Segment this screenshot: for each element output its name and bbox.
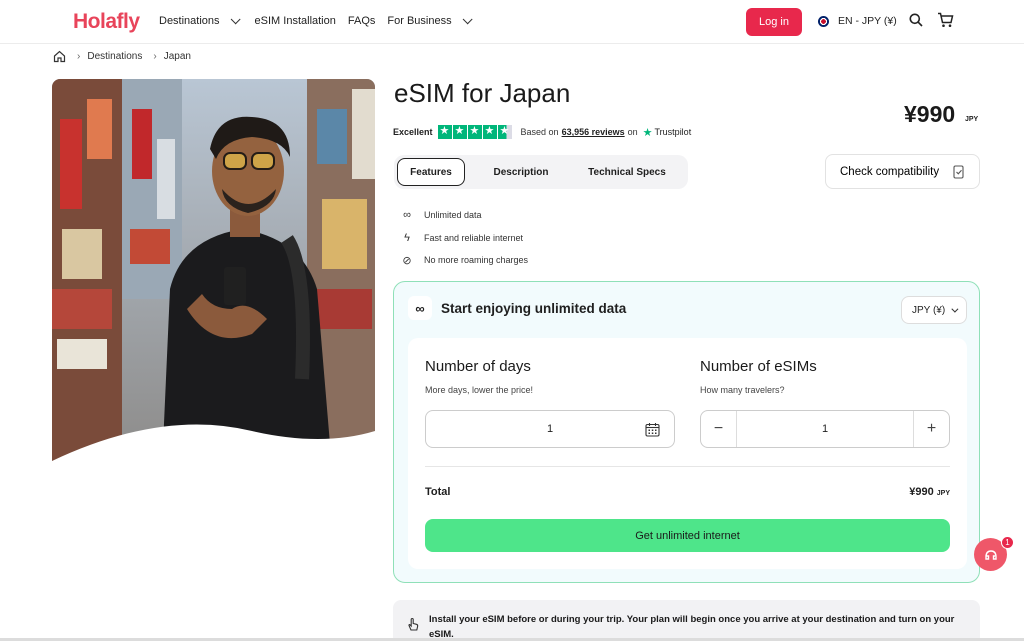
chat-badge: 1 [1001, 536, 1014, 549]
cart-icon[interactable] [937, 12, 954, 28]
home-icon[interactable] [53, 50, 66, 63]
product-price: ¥990 [904, 101, 956, 127]
infinity-icon: ∞ [408, 296, 432, 320]
half-star-icon [497, 124, 512, 139]
breadcrumb-destinations[interactable]: Destinations [87, 51, 142, 62]
feature-item: ∞ Unlimited data [400, 204, 528, 227]
nav-esim-installation[interactable]: eSIM Installation [255, 15, 336, 27]
rating-based-on: Based on [520, 127, 559, 137]
feature-label: Unlimited data [424, 210, 482, 221]
rating-on: on [627, 127, 638, 137]
esims-subtitle: How many travelers? [700, 385, 785, 395]
hero-image [52, 79, 375, 468]
days-title: Number of days [425, 358, 531, 375]
login-button[interactable]: Log in [746, 8, 802, 36]
breadcrumb-separator: › [153, 51, 157, 62]
nav-label: FAQs [347, 15, 376, 27]
uk-flag-icon [818, 15, 829, 27]
breadcrumb-japan: Japan [163, 51, 191, 62]
install-notice: Install your eSIM before or during your … [393, 600, 980, 641]
plan-options: Number of days More days, lower the pric… [408, 338, 967, 569]
nav-for-business[interactable]: For Business [387, 13, 473, 27]
chat-icon [984, 549, 997, 560]
days-section: Number of days More days, lower the pric… [425, 358, 533, 395]
calendar-icon[interactable] [645, 422, 660, 437]
feature-label: Fast and reliable internet [424, 232, 524, 243]
days-value: 1 [546, 423, 554, 435]
tap-hand-icon [408, 617, 419, 631]
chevron-down-icon [462, 13, 473, 24]
nav-label: Destinations [159, 15, 220, 27]
currency-value: JPY (¥) [912, 304, 946, 316]
no-roaming-icon: ⊘ [402, 254, 412, 267]
compat-label: Check compatibility [840, 165, 940, 178]
get-unlimited-internet-button[interactable]: Get unlimited internet [425, 519, 950, 552]
esims-title: Number of eSIMs [700, 358, 817, 375]
esims-stepper[interactable]: − 1 + [700, 410, 950, 448]
feature-label: No more roaming charges [424, 255, 529, 266]
tab-features[interactable]: Features [397, 158, 465, 186]
tab-technical-specs[interactable]: Technical Specs [577, 158, 677, 186]
site-header: Holafly Destinations eSIM Installation F… [0, 0, 1024, 44]
feature-list: ∞ Unlimited data ϟ Fast and reliable int… [400, 204, 528, 272]
tab-description[interactable]: Description [465, 158, 577, 186]
nav-label: For Business [387, 15, 452, 27]
chevron-down-icon [230, 13, 241, 24]
rating-label: Excellent [393, 127, 433, 137]
days-input[interactable]: 1 [425, 410, 675, 448]
search-icon[interactable] [909, 13, 923, 27]
total-label: Total [425, 486, 451, 498]
plan-heading-text: Start enjoying unlimited data [441, 300, 627, 316]
plan-card: ∞ Start enjoying unlimited data JPY (¥) … [393, 281, 980, 583]
nav-label: eSIM Installation [254, 15, 336, 27]
notice-text: Install your eSIM before or during your … [429, 614, 955, 640]
trustpilot-label: Trustpilot [654, 127, 692, 137]
breadcrumb: › Destinations › Japan [53, 50, 191, 63]
lightning-icon: ϟ [404, 231, 410, 244]
increment-button[interactable]: + [913, 411, 949, 447]
currency-select[interactable]: JPY (¥) [901, 296, 967, 324]
nav-faqs[interactable]: FAQs [348, 15, 376, 27]
price-currency: JPY [965, 116, 979, 123]
check-compatibility-button[interactable]: Check compatibility [825, 154, 980, 189]
feature-item: ⊘ No more roaming charges [400, 249, 528, 272]
total-amount: ¥990 [909, 486, 934, 498]
holafly-logo[interactable]: Holafly [73, 10, 140, 34]
breadcrumb-separator: › [77, 51, 81, 62]
star-icon [467, 124, 482, 139]
esims-section: Number of eSIMs How many travelers? [700, 358, 817, 395]
infinity-icon: ∞ [403, 209, 411, 222]
nav-destinations[interactable]: Destinations [159, 13, 241, 27]
trustpilot-rating[interactable]: Excellent Based on 63,956 reviews on ★ T… [393, 124, 692, 139]
star-icon [482, 124, 497, 139]
chevron-down-icon [951, 305, 959, 313]
main-nav: Destinations eSIM Installation FAQs For … [159, 13, 481, 27]
traveler-photo [52, 79, 375, 468]
language-label: EN - JPY (¥) [838, 15, 897, 27]
star-icon [437, 124, 452, 139]
reviews-link[interactable]: 63,956 reviews [562, 127, 625, 137]
days-subtitle: More days, lower the price! [425, 385, 534, 395]
star-icon [452, 124, 467, 139]
product-title: eSIM for Japan [394, 78, 571, 108]
divider [425, 466, 950, 467]
trustpilot-star-icon: ★ [642, 126, 653, 139]
total-value: ¥990 JPY [909, 486, 950, 498]
rating-stars [437, 124, 512, 139]
total-currency: JPY [936, 490, 950, 497]
language-selector[interactable]: EN - JPY (¥) [818, 15, 897, 27]
feature-item: ϟ Fast and reliable internet [400, 227, 528, 250]
phone-check-icon [953, 165, 964, 179]
plan-heading: ∞ Start enjoying unlimited data [408, 296, 626, 320]
product-tabs: Features Description Technical Specs [394, 155, 688, 189]
decrement-button[interactable]: − [701, 411, 737, 447]
esims-value: 1 [821, 423, 829, 435]
